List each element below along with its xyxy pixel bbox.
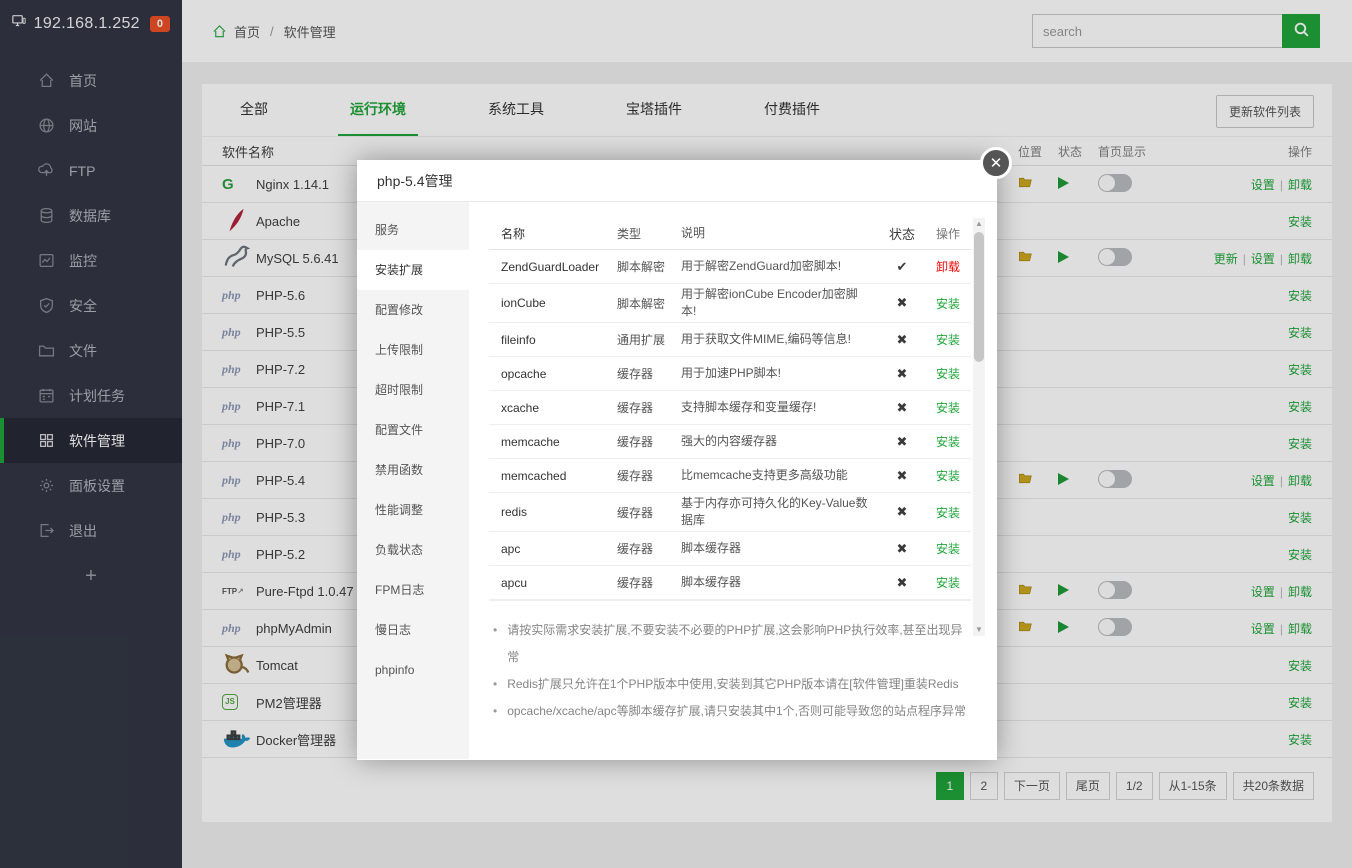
extension-action-安装[interactable]: 安装: [936, 435, 960, 449]
modal-notes: • 请按实际需求安装扩展,不要安装不必要的PHP扩展,这会影响PHP执行效率,甚…: [489, 617, 971, 725]
extension-action-安装[interactable]: 安装: [936, 333, 960, 347]
extension-action-安装[interactable]: 安装: [936, 297, 960, 311]
extension-table: 名称 类型 说明 状态 操作 ZendGuardLoader 脚本解密 用于解密…: [489, 218, 971, 601]
note-item: • 请按实际需求安装扩展,不要安装不必要的PHP扩展,这会影响PHP执行效率,甚…: [489, 617, 971, 671]
modal-tab-配置文件[interactable]: 配置文件: [357, 410, 469, 450]
extension-name: memcached: [489, 469, 617, 483]
note-item: • Redis扩展只允许在1个PHP版本中使用,安装到其它PHP版本请在[软件管…: [489, 671, 971, 698]
extension-row: fileinfo 通用扩展 用于获取文件MIME,编码等信息! ✖ 安装: [489, 323, 971, 357]
modal-tab-禁用函数[interactable]: 禁用函数: [357, 450, 469, 490]
extension-row: ionCube 脚本解密 用于解密ionCube Encoder加密脚本! ✖ …: [489, 284, 971, 323]
scroll-up-icon[interactable]: ▲: [973, 218, 985, 230]
extension-action-安装[interactable]: 安装: [936, 401, 960, 415]
extension-desc: 强大的内容缓存器: [681, 433, 879, 450]
extension-name: fileinfo: [489, 333, 617, 347]
extension-action-安装[interactable]: 安装: [936, 542, 960, 556]
cross-icon: ✖: [879, 295, 925, 311]
extension-type: 缓存器: [617, 504, 681, 521]
bullet-icon: •: [493, 617, 497, 671]
extension-row: memcached 缓存器 比memcache支持更多高级功能 ✖ 安装: [489, 459, 971, 493]
close-icon[interactable]: ✕: [980, 147, 1012, 179]
extension-row: ZendGuardLoader 脚本解密 用于解密ZendGuard加密脚本! …: [489, 250, 971, 284]
check-icon: ✔: [879, 259, 925, 275]
extension-action-安装[interactable]: 安装: [936, 506, 960, 520]
scrollbar[interactable]: ▲ ▼: [973, 218, 985, 636]
extension-type: 缓存器: [617, 540, 681, 557]
modal-tab-慢日志[interactable]: 慢日志: [357, 610, 469, 650]
extension-type: 缓存器: [617, 399, 681, 416]
extension-name: opcache: [489, 367, 617, 381]
extension-desc: 脚本缓存器: [681, 574, 879, 591]
extension-name: xcache: [489, 401, 617, 415]
cross-icon: ✖: [879, 400, 925, 416]
cross-icon: ✖: [879, 575, 925, 591]
cross-icon: ✖: [879, 332, 925, 348]
extension-desc: 用于解密ionCube Encoder加密脚本!: [681, 286, 879, 320]
extension-row: opcache 缓存器 用于加速PHP脚本! ✖ 安装: [489, 357, 971, 391]
extension-action-安装[interactable]: 安装: [936, 576, 960, 590]
extension-desc: 比memcache支持更多高级功能: [681, 467, 879, 484]
note-item: • opcache/xcache/apc等脚本缓存扩展,请只安装其中1个,否则可…: [489, 698, 971, 725]
extension-action-卸载[interactable]: 卸载: [936, 260, 960, 274]
app-window: 192.168.1.252 0 首页 网站 FTP 数据库 监控 安全 文件 计…: [0, 0, 1352, 868]
extension-type: 脚本解密: [617, 295, 681, 312]
cross-icon: ✖: [879, 468, 925, 484]
cross-icon: ✖: [879, 541, 925, 557]
modal-title: php-5.4管理: [357, 160, 997, 202]
extension-desc: 基于内存亦可持久化的Key-Value数据库: [681, 495, 879, 529]
extension-type: 通用扩展: [617, 331, 681, 348]
cross-icon: ✖: [879, 366, 925, 382]
modal-tab-上传限制[interactable]: 上传限制: [357, 330, 469, 370]
scroll-thumb[interactable]: [974, 232, 984, 362]
extension-type: 脚本解密: [617, 258, 681, 275]
extension-type: 缓存器: [617, 574, 681, 591]
extension-name: redis: [489, 505, 617, 519]
extension-action-安装[interactable]: 安装: [936, 469, 960, 483]
modal-tab-安装扩展[interactable]: 安装扩展: [357, 250, 469, 290]
modal-tab-phpinfo[interactable]: phpinfo: [357, 650, 469, 690]
modal-tab-FPM日志[interactable]: FPM日志: [357, 570, 469, 610]
extension-type: 缓存器: [617, 433, 681, 450]
extension-name: ZendGuardLoader: [489, 260, 617, 274]
modal-content: 名称 类型 说明 状态 操作 ZendGuardLoader 脚本解密 用于解密…: [469, 202, 997, 759]
modal-tab-超时限制[interactable]: 超时限制: [357, 370, 469, 410]
extension-header-row: 名称 类型 说明 状态 操作: [489, 218, 971, 250]
extension-desc: 用于加速PHP脚本!: [681, 365, 879, 382]
extension-row: memcache 缓存器 强大的内容缓存器 ✖ 安装: [489, 425, 971, 459]
php-manage-modal: ✕ php-5.4管理 服务安装扩展配置修改上传限制超时限制配置文件禁用函数性能…: [357, 160, 997, 760]
extension-name: ionCube: [489, 296, 617, 310]
extension-name: apc: [489, 542, 617, 556]
scroll-down-icon[interactable]: ▼: [973, 624, 985, 636]
cross-icon: ✖: [879, 504, 925, 520]
bullet-icon: •: [493, 698, 497, 725]
bullet-icon: •: [493, 671, 497, 698]
extension-desc: 用于解密ZendGuard加密脚本!: [681, 258, 879, 275]
extension-desc: 脚本缓存器: [681, 540, 879, 557]
extension-desc: 用于获取文件MIME,编码等信息!: [681, 331, 879, 348]
extension-action-安装[interactable]: 安装: [936, 367, 960, 381]
cross-icon: ✖: [879, 434, 925, 450]
modal-tab-list: 服务安装扩展配置修改上传限制超时限制配置文件禁用函数性能调整负载状态FPM日志慢…: [357, 202, 469, 759]
extension-name: memcache: [489, 435, 617, 449]
extension-name: apcu: [489, 576, 617, 590]
extension-desc: 支持脚本缓存和变量缓存!: [681, 399, 879, 416]
extension-row: redis 缓存器 基于内存亦可持久化的Key-Value数据库 ✖ 安装: [489, 493, 971, 532]
extension-type: 缓存器: [617, 467, 681, 484]
extension-row: apc 缓存器 脚本缓存器 ✖ 安装: [489, 532, 971, 566]
extension-type: 缓存器: [617, 365, 681, 382]
extension-row: xcache 缓存器 支持脚本缓存和变量缓存! ✖ 安装: [489, 391, 971, 425]
extension-row: apcu 缓存器 脚本缓存器 ✖ 安装: [489, 566, 971, 600]
modal-tab-性能调整[interactable]: 性能调整: [357, 490, 469, 530]
modal-tab-服务[interactable]: 服务: [357, 210, 469, 250]
modal-tab-配置修改[interactable]: 配置修改: [357, 290, 469, 330]
modal-tab-负载状态[interactable]: 负载状态: [357, 530, 469, 570]
